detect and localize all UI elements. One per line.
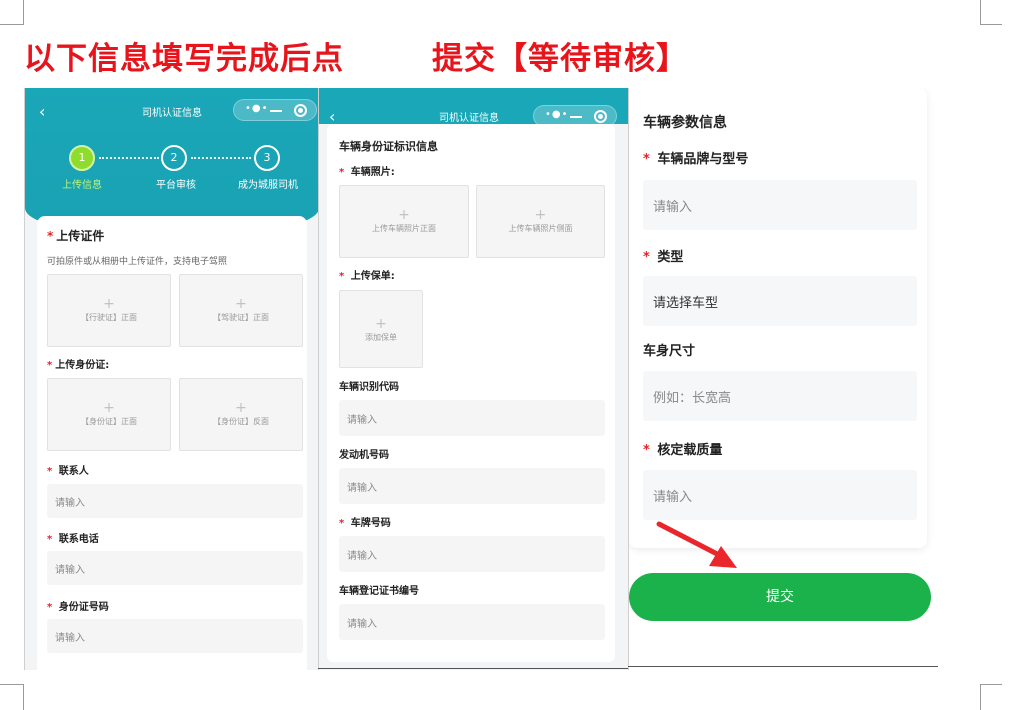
panel-baseline (628, 666, 938, 667)
submit-button[interactable]: 提交 (629, 573, 931, 621)
rated-load-input[interactable]: 请输入 (643, 470, 917, 520)
upload-box-label: 上传车辆照片正面 (372, 224, 436, 233)
brand-model-input[interactable]: 请输入 (643, 180, 917, 230)
minimize-icon[interactable] (570, 116, 582, 118)
plus-icon: + (534, 207, 547, 223)
id-number-input[interactable]: 请输入 (47, 619, 303, 653)
policy-label: * 上传保单: (339, 271, 395, 282)
vehicle-id-section-title: 车辆身份证标识信息 (339, 140, 438, 153)
engine-number-label: 发动机号码 (339, 450, 389, 461)
step-1-label: 上传信息 (62, 180, 102, 191)
vehicle-params-screen: 车辆参数信息 * 车辆品牌与型号 请输入 * 类型 请选择车型 车身尺寸 例如：… (628, 88, 938, 670)
vin-label: 车辆识别代码 (339, 382, 399, 393)
engine-number-input[interactable]: 请输入 (339, 468, 605, 504)
close-target-icon[interactable] (294, 104, 307, 117)
upload-box-label: 上传车辆照片侧面 (508, 224, 573, 233)
upload-vehicle-side[interactable]: + 上传车辆照片侧面 (476, 185, 605, 258)
instruction-part-2: 提交【等待审核】 (432, 41, 688, 77)
vehicle-photos-label: * 车辆照片: (339, 167, 395, 178)
vehicle-id-screen: ‹ 司机认证信息 •●• 车辆身份证标识信息 * 车辆照片: + 上传车辆照片正… (318, 88, 628, 670)
vehicle-type-label: * 类型 (643, 250, 684, 265)
plus-icon: + (235, 400, 247, 416)
instruction-part-1: 以下信息填写完成后点 (24, 41, 344, 77)
step-3-circle: 3 (254, 145, 280, 171)
form-card: 车辆参数信息 * 车辆品牌与型号 请输入 * 类型 请选择车型 车身尺寸 例如：… (629, 88, 927, 548)
body-size-input[interactable]: 例如：长宽高 (643, 371, 917, 421)
plus-icon: + (103, 296, 115, 312)
upload-cert-title: * 上传证件 (47, 229, 105, 243)
page-corner-mark (980, 0, 1002, 25)
plate-number-input[interactable]: 请输入 (339, 536, 605, 572)
plate-number-label: * 车牌号码 (339, 518, 391, 529)
upload-id-title: * 上传身份证: (47, 360, 110, 371)
vehicle-type-select[interactable]: 请选择车型 (643, 276, 917, 326)
step-connector (99, 157, 159, 159)
page-corner-mark (980, 684, 1002, 710)
vehicle-params-section-title: 车辆参数信息 (643, 115, 727, 131)
body-size-label: 车身尺寸 (643, 344, 696, 359)
instruction-heading: 以下信息填写完成后点 提交【等待审核】 (24, 33, 687, 78)
step-connector (191, 157, 251, 159)
registration-cert-input[interactable]: 请输入 (339, 604, 605, 640)
upload-driver-license-front[interactable]: + 【驾驶证】正面 (179, 274, 303, 347)
plus-icon: + (398, 207, 410, 223)
contact-input[interactable]: 请输入 (47, 484, 303, 518)
step-3-label: 成为城服司机 (238, 180, 298, 191)
page-corner-mark (0, 0, 24, 25)
upload-vehicle-front[interactable]: + 上传车辆照片正面 (339, 185, 469, 258)
form-card: * 上传证件 可拍原件或从相册中上传证件，支持电子驾照 + 【行驶证】正面 + 【… (37, 216, 307, 670)
contact-label: * 联系人 (47, 466, 89, 477)
step-2-label: 平台审核 (156, 180, 196, 191)
step-2-circle: 2 (161, 145, 187, 171)
brand-model-label: * 车辆品牌与型号 (643, 152, 749, 167)
upload-cert-note: 可拍原件或从相册中上传证件，支持电子驾照 (47, 257, 228, 267)
form-card: 车辆身份证标识信息 * 车辆照片: + 上传车辆照片正面 + 上传车辆照片侧面 … (327, 124, 615, 662)
panel-baseline (318, 668, 628, 669)
upload-box-label: 【身份证】正面 (81, 417, 137, 426)
phone-input[interactable]: 请输入 (47, 551, 303, 585)
mini-program-capsule: •●• (233, 99, 317, 121)
upload-box-label: 【行驶证】正面 (81, 313, 137, 322)
upload-driving-license-front[interactable]: + 【行驶证】正面 (47, 274, 171, 347)
page-corner-mark (0, 684, 24, 710)
more-icon[interactable]: •●• (245, 103, 269, 114)
driver-info-screen: ‹ 司机认证信息 •●• 1 2 3 上传信息 平台审核 成为城服司机 * 上传证… (24, 88, 318, 670)
plus-icon: + (103, 400, 115, 416)
upload-id-front[interactable]: + 【身份证】正面 (47, 378, 171, 451)
upload-id-back[interactable]: + 【身份证】反面 (179, 378, 303, 451)
step-1-circle: 1 (69, 145, 95, 171)
minimize-icon[interactable] (270, 110, 282, 112)
close-target-icon[interactable] (594, 110, 607, 123)
id-number-label: * 身份证号码 (47, 602, 109, 613)
vin-input[interactable]: 请输入 (339, 400, 605, 436)
registration-cert-label: 车辆登记证书编号 (339, 586, 419, 597)
add-policy-button[interactable]: + 添加保单 (339, 290, 423, 368)
upload-box-label: 添加保单 (365, 333, 397, 342)
upload-box-label: 【驾驶证】正面 (213, 313, 269, 322)
more-icon[interactable]: •●• (545, 109, 569, 120)
plus-icon: + (375, 316, 387, 332)
plus-icon: + (235, 296, 247, 312)
phone-label: * 联系电话 (47, 534, 99, 545)
upload-box-label: 【身份证】反面 (213, 417, 269, 426)
rated-load-label: * 核定载质量 (643, 443, 723, 458)
